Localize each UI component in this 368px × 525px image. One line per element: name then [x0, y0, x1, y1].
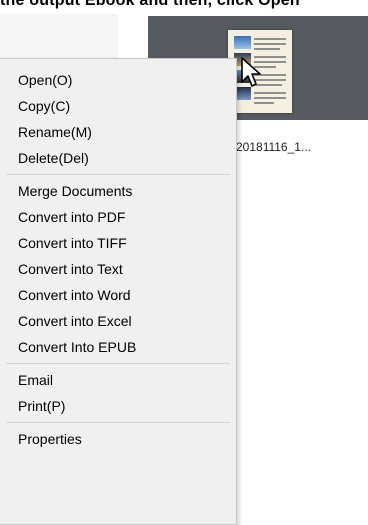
thumbnail-text-line	[254, 48, 280, 50]
menu-separator	[6, 363, 230, 364]
thumbnail-text-line	[254, 102, 274, 104]
menu-item-copy[interactable]: Copy(C)	[0, 93, 236, 119]
menu-item-convert-word[interactable]: Convert into Word	[0, 282, 236, 308]
menu-item-rename[interactable]: Rename(M)	[0, 119, 236, 145]
menu-item-print[interactable]: Print(P)	[0, 393, 236, 419]
menu-item-convert-text[interactable]: Convert into Text	[0, 256, 236, 282]
thumbnail-text-line	[254, 97, 286, 99]
thumbnail-text-line	[254, 38, 286, 40]
thumbnail-text-line	[254, 43, 286, 45]
menu-item-convert-pdf[interactable]: Convert into PDF	[0, 204, 236, 230]
caption-text: the output Ebook and then, click Open	[0, 0, 300, 9]
menu-separator	[6, 422, 230, 423]
thumbnail-photo-1	[234, 36, 251, 49]
context-menu: Open(O) Copy(C) Rename(M) Delete(Del) Me…	[0, 58, 237, 525]
menu-item-convert-tiff[interactable]: Convert into TIFF	[0, 230, 236, 256]
menu-item-merge-documents[interactable]: Merge Documents	[0, 178, 236, 204]
menu-item-properties[interactable]: Properties	[0, 426, 236, 452]
menu-item-convert-epub[interactable]: Convert Into EPUB	[0, 334, 236, 360]
menu-separator	[6, 174, 230, 175]
file-name-label[interactable]: 20181116_1...	[236, 140, 311, 154]
top-caption-strip: the output Ebook and then, click Open	[0, 0, 368, 14]
thumbnail-text-line	[254, 92, 286, 94]
menu-item-delete[interactable]: Delete(Del)	[0, 145, 236, 171]
menu-item-open[interactable]: Open(O)	[0, 67, 236, 93]
mouse-pointer-icon	[241, 57, 261, 87]
menu-item-email[interactable]: Email	[0, 367, 236, 393]
menu-item-convert-excel[interactable]: Convert into Excel	[0, 308, 236, 334]
